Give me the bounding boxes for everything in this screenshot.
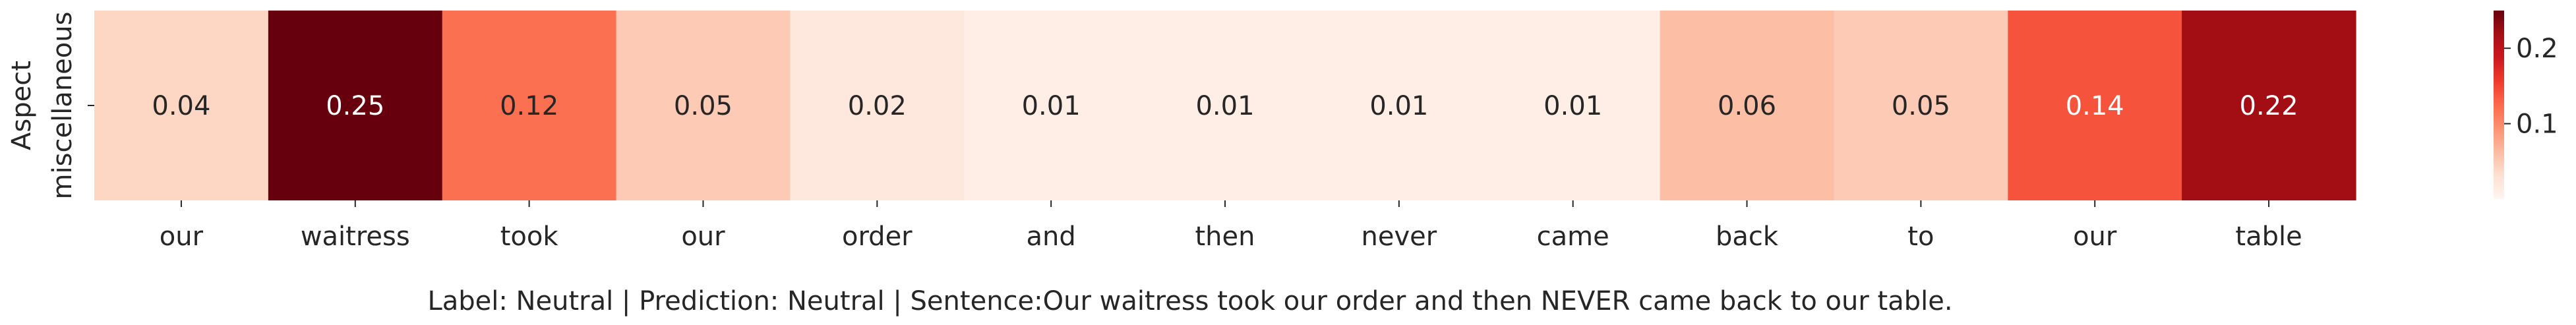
x-tick-label: waitress	[301, 222, 410, 252]
caption: Label: Neutral | Prediction: Neutral | S…	[427, 286, 1952, 316]
y-tick-label: miscellaneous	[47, 12, 78, 200]
x-tick-label: never	[1362, 222, 1437, 252]
attention-heatmap-chart: 0.04 0.25 0.12 0.05 0.02 0.01 0.01 0.01 0.01 0.06…	[7, 11, 2558, 316]
x-tick-label: to	[1907, 222, 1934, 252]
x-tick-label: and	[1027, 222, 1076, 252]
x-tick-label: table	[2235, 222, 2302, 252]
heatmap-cell-label: 0.25	[326, 91, 384, 121]
colorbar-tick-label: 0.1	[2516, 109, 2558, 140]
colorbar-tick-label: 0.2	[2516, 34, 2558, 64]
x-tick-label: then	[1195, 222, 1255, 252]
x-tick-label: back	[1716, 222, 1779, 252]
y-axis: Aspect miscellaneous	[7, 12, 94, 200]
heatmap-cell-label: 0.05	[674, 91, 733, 121]
heatmap-cell-label: 0.05	[1892, 91, 1950, 121]
colorbar: 0.1 0.2	[2494, 11, 2558, 199]
heatmap-cell-label: 0.04	[152, 91, 210, 121]
x-axis-ticks: our waitress took our order and then never came b…	[160, 200, 2302, 252]
x-tick-label: order	[842, 222, 913, 252]
x-tick-label: our	[2073, 222, 2117, 252]
heatmap-cell-label: 0.02	[848, 91, 907, 121]
heatmap-cell-label: 0.01	[1195, 91, 1254, 121]
heatmap-cell-label: 0.01	[1369, 91, 1428, 121]
heatmap-cell-label: 0.01	[1543, 91, 1602, 121]
x-tick-label: our	[681, 222, 725, 252]
colorbar-ticks: 0.1 0.2	[2504, 34, 2558, 140]
colorbar-gradient	[2494, 11, 2504, 199]
heatmap-cell-label: 0.12	[500, 91, 558, 121]
heatmap-cell-label: 0.01	[1022, 91, 1081, 121]
x-tick-label: our	[160, 222, 204, 252]
heatmap-cell-label: 0.06	[1718, 91, 1776, 121]
heatmap-cell-label: 0.22	[2240, 91, 2298, 121]
x-tick-label: came	[1537, 222, 1609, 252]
y-axis-title: Aspect	[7, 61, 37, 150]
x-tick-label: took	[500, 222, 559, 252]
heatmap-cell-label: 0.14	[2066, 91, 2124, 121]
